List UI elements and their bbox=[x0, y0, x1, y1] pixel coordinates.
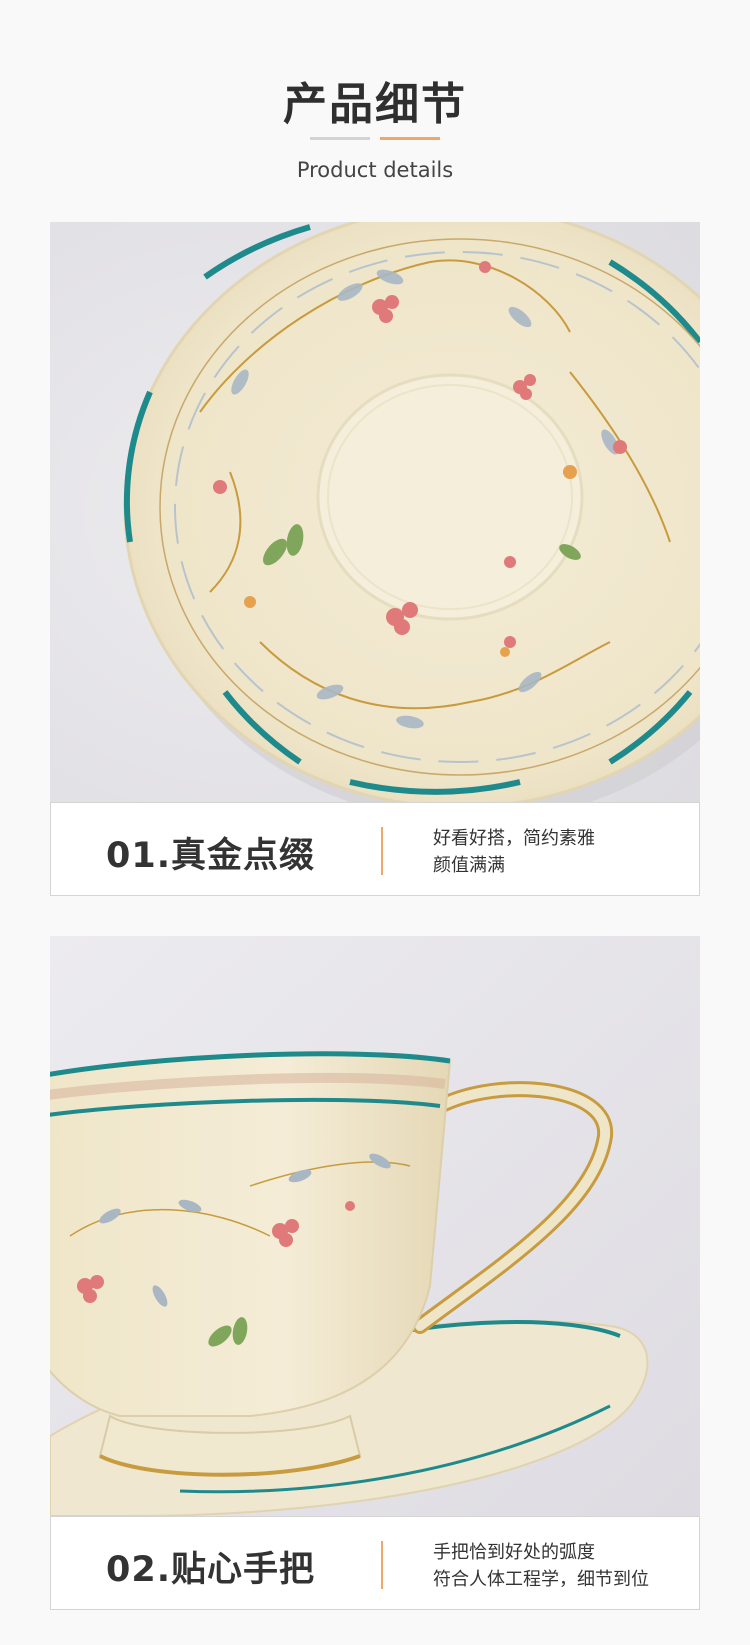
cup-photo bbox=[50, 936, 700, 1516]
feature-desc-line: 好看好搭，简约素雅 bbox=[433, 828, 595, 849]
feature-description: 手把恰到好处的弧度 符合人体工程学，细节到位 bbox=[433, 1539, 649, 1593]
feature-divider bbox=[381, 827, 383, 875]
section-header: 产品细节 Product details bbox=[0, 0, 750, 200]
page-subtitle: Product details bbox=[296, 158, 454, 182]
feature-title: 01.真金点缀 bbox=[106, 836, 316, 876]
feature-desc-line: 颜值满满 bbox=[433, 855, 505, 876]
feature-title: 02.贴心手把 bbox=[106, 1550, 316, 1590]
feature-desc-line: 符合人体工程学，细节到位 bbox=[433, 1569, 649, 1590]
page-title: 产品细节 bbox=[283, 79, 467, 130]
title-underline-orange bbox=[380, 137, 440, 140]
feature-card-2: 02.贴心手把 手把恰到好处的弧度 符合人体工程学，细节到位 bbox=[50, 1516, 700, 1610]
feature-desc-line: 手把恰到好处的弧度 bbox=[433, 1542, 595, 1563]
feature-card-1: 01.真金点缀 好看好搭，简约素雅 颜值满满 bbox=[50, 802, 700, 896]
title-underline-gray bbox=[310, 137, 370, 140]
feature-description: 好看好搭，简约素雅 颜值满满 bbox=[433, 825, 595, 879]
saucer-photo bbox=[50, 222, 700, 802]
feature-divider bbox=[381, 1541, 383, 1589]
